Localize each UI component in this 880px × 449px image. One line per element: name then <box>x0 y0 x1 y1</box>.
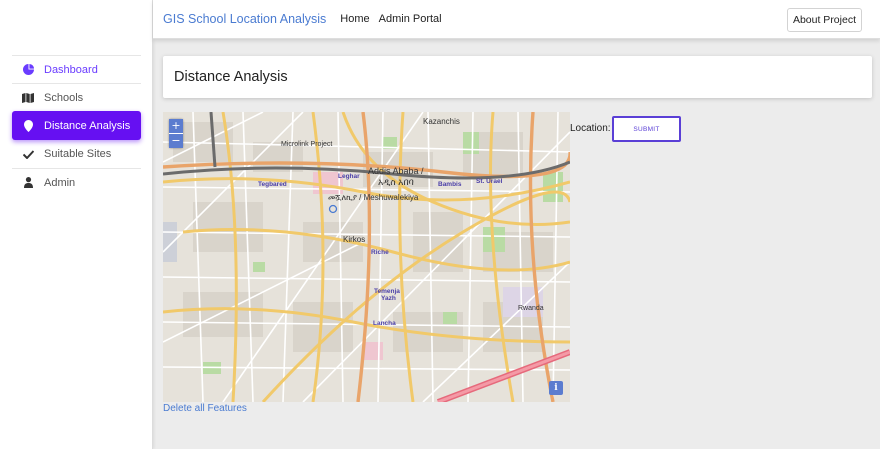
map-label-temenja: Temenja <box>374 288 400 295</box>
map-label-sturael: St. Urael <box>476 178 503 185</box>
check-icon <box>21 147 35 161</box>
map-label-addis: Addis Ababa / <box>368 166 424 176</box>
zoom-in-button[interactable]: + <box>169 119 183 133</box>
delete-all-features-link[interactable]: Delete all Features <box>163 403 247 414</box>
sidebar-item-admin[interactable]: Admin <box>12 168 141 196</box>
about-project-button[interactable]: About Project <box>786 8 862 32</box>
map-label-meshuwalekiya: መሿለኪያ / Meshuwalekiya <box>328 193 419 202</box>
map-label-riche: Riche <box>371 249 389 256</box>
map-view[interactable]: Kazanchis Addis Ababa / አዲስ አበባ Tegbared… <box>163 112 570 402</box>
sidebar-item-schools[interactable]: Schools <box>12 83 141 111</box>
map-icon <box>21 91 35 105</box>
map-pin-icon <box>21 119 35 133</box>
sidebar-item-distance-analysis[interactable]: Distance Analysis <box>12 111 141 140</box>
submit-button[interactable]: SUBMIT <box>612 116 681 142</box>
sidebar: Dashboard Schools Distance Analysis Suit… <box>0 0 153 449</box>
map-label-bambis: Bambis <box>438 181 462 188</box>
sidebar-item-label: Dashboard <box>44 63 98 76</box>
zoom-controls: + − <box>169 119 183 148</box>
map-label-kazanchis: Kazanchis <box>423 117 460 126</box>
map-label-leghar: Leghar <box>338 173 360 180</box>
user-icon <box>21 176 35 190</box>
nav-link-home[interactable]: Home <box>340 13 369 25</box>
sidebar-item-label: Schools <box>44 91 84 104</box>
map-label-yazh: Yazh <box>381 295 396 302</box>
map-label-kirkos: Kirkos <box>343 235 365 244</box>
map-label-addis-am: አዲስ አበባ <box>378 177 414 187</box>
map-label-tegbared: Tegbared <box>258 181 287 188</box>
nav-link-admin-portal[interactable]: Admin Portal <box>379 13 442 25</box>
zoom-out-button[interactable]: − <box>169 134 183 148</box>
map-label-microlink: Microlink Project <box>281 141 332 148</box>
pie-chart-icon <box>21 63 35 77</box>
location-label: Location: <box>570 123 611 134</box>
page-title: Distance Analysis <box>174 69 288 85</box>
sidebar-item-label: Suitable Sites <box>44 148 112 160</box>
map-label-rwanda: Rwanda <box>518 305 544 312</box>
sidebar-item-label: Admin <box>44 176 76 189</box>
map-label-lancha: Lancha <box>373 320 396 327</box>
map-tiles: Kazanchis Addis Ababa / አዲስ አበባ Tegbared… <box>163 112 570 402</box>
sidebar-item-label: Distance Analysis <box>44 119 131 132</box>
map-attribution-button[interactable]: i <box>549 381 563 395</box>
top-navbar: GIS School Location Analysis Home Admin … <box>153 0 880 39</box>
sidebar-nav: Dashboard Schools Distance Analysis Suit… <box>0 55 153 196</box>
sidebar-item-suitable-sites[interactable]: Suitable Sites <box>12 140 141 168</box>
brand-link[interactable]: GIS School Location Analysis <box>163 12 326 26</box>
sidebar-item-dashboard[interactable]: Dashboard <box>12 55 141 83</box>
page-header-card: Distance Analysis <box>163 56 872 98</box>
